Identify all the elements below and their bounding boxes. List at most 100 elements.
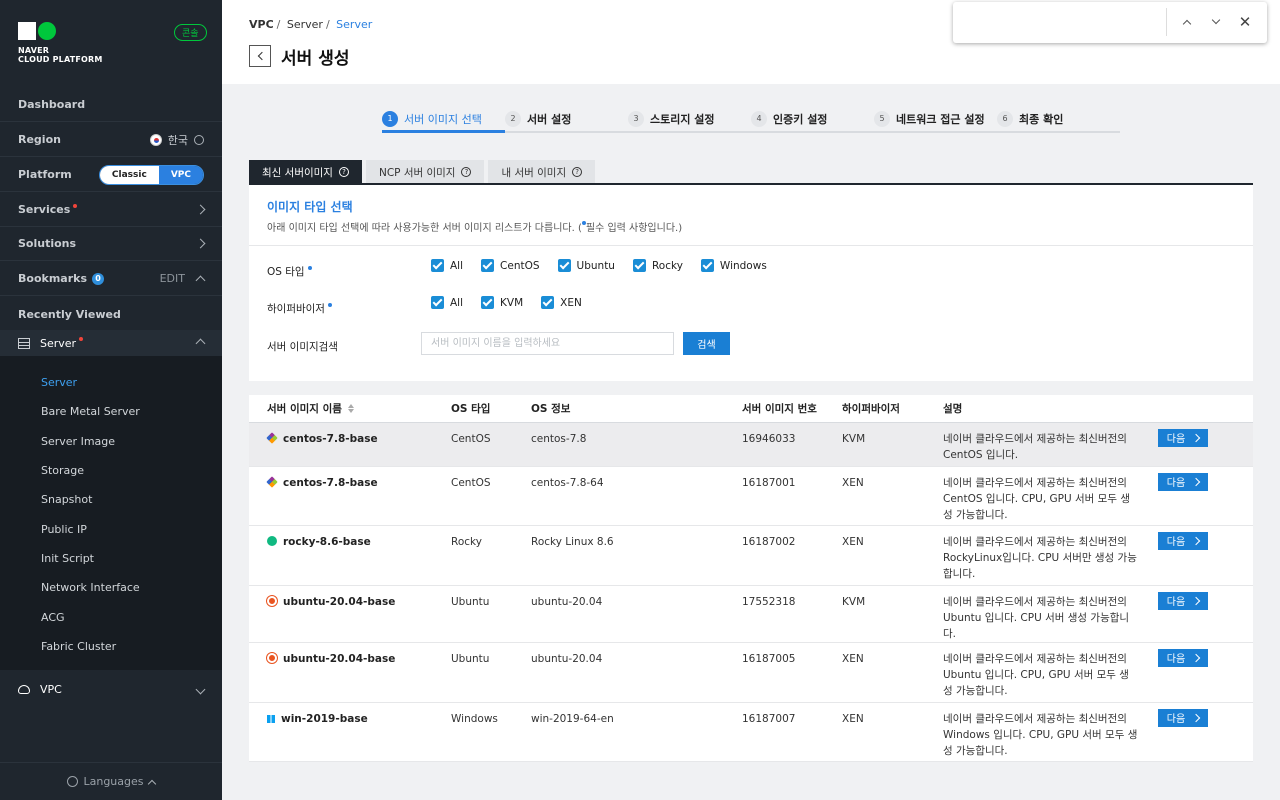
bookmarks-edit-link[interactable]: EDIT — [160, 272, 185, 285]
nav-services[interactable]: Services — [0, 193, 222, 227]
next-button[interactable]: 다음 — [1158, 591, 1208, 610]
step-label: 서버 이미지 선택 — [404, 112, 482, 126]
search-button[interactable]: 검색 — [683, 332, 730, 355]
sidebar-item-storage[interactable]: Storage — [0, 456, 222, 485]
sidebar-item-acg[interactable]: ACG — [0, 602, 222, 631]
sidebar-item-init-script[interactable]: Init Script — [0, 544, 222, 573]
sidebar-item-fabric-cluster[interactable]: Fabric Cluster — [0, 632, 222, 661]
step-6[interactable]: 6 최종 확인 — [997, 106, 1063, 131]
checkbox-checked-icon[interactable] — [481, 259, 495, 272]
platform-toggle[interactable]: Classic VPC — [98, 164, 204, 185]
next-button-label: 다음 — [1166, 714, 1186, 725]
image-name-cell: centos-7.8-base — [249, 422, 451, 467]
sort-icon[interactable] — [347, 403, 354, 413]
breadcrumb: VPC / Server / Server — [249, 18, 373, 31]
nav-region[interactable]: Region 한국 — [0, 123, 222, 157]
table-row[interactable]: ubuntu-20.04-base Ubuntu ubuntu-20.04 16187… — [249, 642, 1253, 703]
hypervisor-checkbox-xen[interactable]: XEN — [541, 296, 582, 309]
find-input[interactable] — [961, 10, 1161, 34]
image-number-cell: 16946033 — [742, 422, 842, 467]
checkbox-checked-icon[interactable] — [481, 296, 495, 309]
tab-label: 내 서버 이미지 — [501, 166, 567, 179]
col-header-hypervisor: 하이퍼바이저 — [842, 395, 943, 423]
find-next-button[interactable] — [1208, 14, 1224, 30]
panel-desc-text: 필수 입력 사항입니다.) — [585, 223, 683, 234]
os-checkbox-windows[interactable]: Windows — [700, 259, 767, 272]
os-checkbox-centos[interactable]: CentOS — [481, 259, 540, 272]
console-badge[interactable]: 콘솔 — [174, 24, 207, 41]
next-button[interactable]: 다음 — [1158, 648, 1208, 667]
chevron-up-icon — [147, 779, 156, 788]
gear-icon[interactable] — [194, 134, 204, 145]
server-menu-header[interactable]: Server — [0, 330, 222, 356]
platform-classic-option[interactable]: Classic — [99, 165, 159, 184]
breadcrumb-server[interactable]: Server — [287, 18, 323, 31]
checkbox-checked-icon[interactable] — [431, 296, 444, 309]
table-row[interactable]: ubuntu-20.04-base Ubuntu ubuntu-20.04 17552… — [249, 585, 1253, 643]
chevron-down-icon — [1211, 15, 1221, 25]
breadcrumb-vpc[interactable]: VPC — [249, 18, 274, 31]
cloud-icon — [18, 684, 30, 694]
nav-solutions[interactable]: Solutions — [0, 227, 222, 261]
next-button[interactable]: 다음 — [1158, 428, 1208, 447]
tab-my-images[interactable]: 내 서버 이미지? — [488, 160, 596, 184]
checkbox-checked-icon[interactable] — [700, 259, 714, 272]
naver-cloud-logo[interactable]: NAVER CLOUD PLATFORM — [18, 22, 103, 64]
step-4[interactable]: 4 인증키 설정 — [751, 106, 827, 131]
image-number-cell: 16187002 — [742, 525, 842, 586]
tab-latest-images[interactable]: 최신 서버이미지? — [249, 160, 362, 184]
step-3[interactable]: 3 스토리지 설정 — [628, 106, 715, 131]
action-cell: 다음 — [1158, 585, 1253, 643]
col-header-name[interactable]: 서버 이미지 이름 — [249, 395, 451, 423]
step-1[interactable]: 1 서버 이미지 선택 — [382, 106, 482, 131]
platform-vpc-option[interactable]: VPC — [158, 165, 203, 184]
nav-recently-viewed[interactable]: Recently Viewed — [0, 297, 222, 331]
action-cell: 다음 — [1158, 525, 1253, 586]
table-row[interactable]: rocky-8.6-base Rocky Rocky Linux 8.6 161870… — [249, 525, 1253, 586]
step-5[interactable]: 5 네트워크 접근 설정 — [874, 106, 985, 131]
sidebar-item-snapshot[interactable]: Snapshot — [0, 485, 222, 514]
sidebar-item-server[interactable]: Server — [0, 368, 222, 397]
nav-bookmarks[interactable]: Bookmarks 0 EDIT — [0, 262, 222, 296]
find-prev-button[interactable] — [1179, 14, 1195, 30]
find-close-button[interactable]: ✕ — [1237, 14, 1253, 30]
nav-dashboard[interactable]: Dashboard — [0, 88, 222, 122]
os-info-cell: win-2019-64-en — [531, 702, 742, 762]
os-checkbox-rocky[interactable]: Rocky — [632, 259, 683, 272]
hypervisor-checkbox-kvm[interactable]: KVM — [481, 296, 523, 309]
image-search-input[interactable] — [421, 332, 674, 355]
hypervisor-checkbox-all[interactable]: All — [431, 296, 463, 309]
step-label: 네트워크 접근 설정 — [896, 112, 985, 126]
table-row[interactable]: centos-7.8-base CentOS centos-7.8 16946033 K… — [249, 422, 1253, 467]
help-icon[interactable]: ? — [572, 167, 583, 177]
sidebar-item-public-ip[interactable]: Public IP — [0, 514, 222, 543]
os-checkbox-all[interactable]: All — [431, 259, 463, 272]
next-button-label: 다음 — [1166, 478, 1186, 489]
next-button[interactable]: 다음 — [1158, 472, 1208, 491]
tab-ncp-images[interactable]: NCP 서버 이미지? — [365, 160, 485, 184]
help-icon[interactable]: ? — [338, 167, 349, 177]
checkbox-checked-icon[interactable] — [431, 259, 444, 272]
table-row[interactable]: win-2019-base Windows win-2019-64-en 161870… — [249, 702, 1253, 762]
image-name: centos-7.8-base — [283, 476, 378, 489]
description-text: 네이버 클라우드에서 제공하는 최신버전의 RockyLinux입니다. CPU… — [943, 535, 1137, 580]
table-row[interactable]: centos-7.8-base CentOS centos-7.8-64 161870… — [249, 466, 1253, 526]
sidebar-item-server-image[interactable]: Server Image — [0, 427, 222, 456]
sidebar-item-network-interface[interactable]: Network Interface — [0, 573, 222, 602]
centos-logo-icon — [266, 431, 278, 444]
next-button[interactable]: 다음 — [1158, 531, 1208, 550]
next-button[interactable]: 다음 — [1158, 708, 1208, 727]
languages-selector[interactable]: Languages — [0, 762, 222, 800]
checkbox-checked-icon[interactable] — [557, 259, 571, 272]
checkbox-checked-icon[interactable] — [632, 259, 646, 272]
chevron-up-icon[interactable] — [195, 275, 206, 286]
os-checkbox-ubuntu[interactable]: Ubuntu — [557, 259, 615, 272]
sidebar-item-bare-metal-server[interactable]: Bare Metal Server — [0, 397, 222, 426]
help-icon[interactable]: ? — [461, 167, 472, 177]
back-button[interactable] — [249, 45, 271, 67]
description-text: 네이버 클라우드에서 제공하는 최신버전의 Ubuntu 입니다. CPU 서버… — [943, 595, 1130, 640]
checkbox-checked-icon[interactable] — [541, 296, 555, 309]
page-title: 서버 생성 — [281, 49, 350, 69]
nav-vpc[interactable]: VPC — [0, 675, 222, 703]
step-2[interactable]: 2 서버 설정 — [505, 106, 571, 131]
